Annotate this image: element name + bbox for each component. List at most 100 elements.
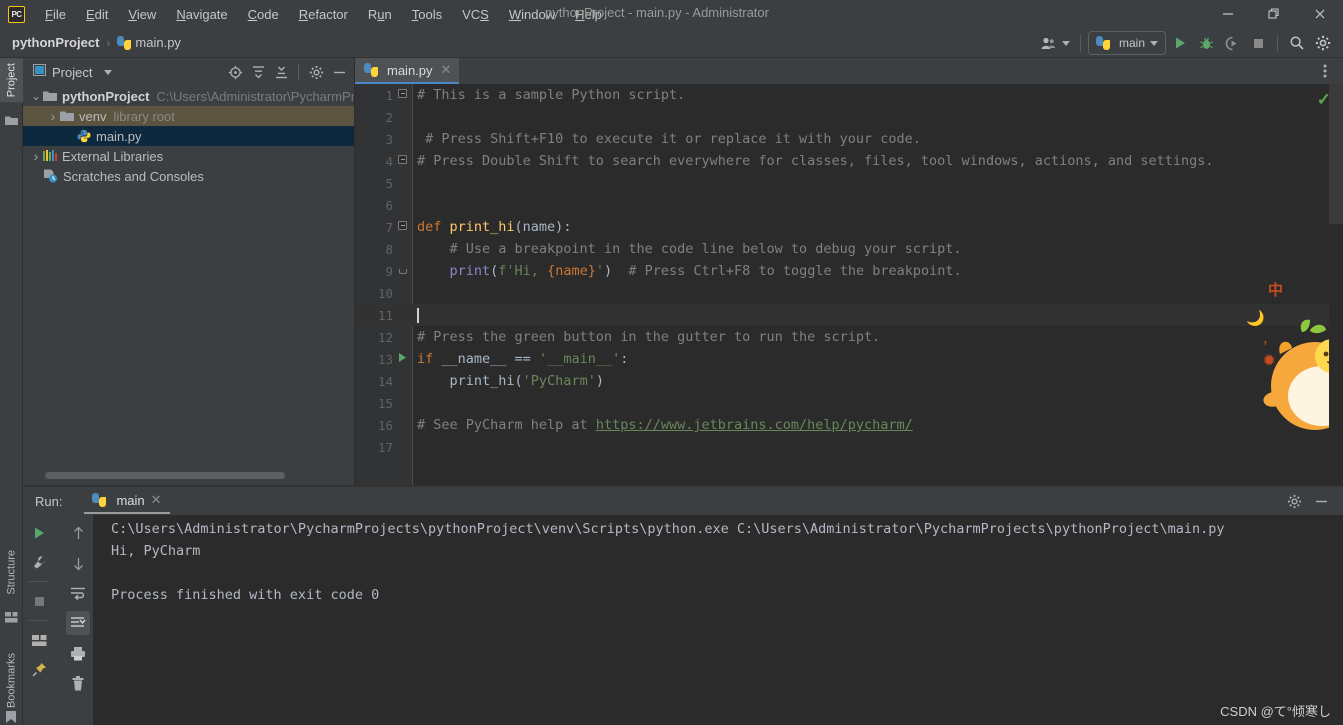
debug-button[interactable]: [1194, 31, 1218, 55]
gutter-run-icon[interactable]: [393, 352, 412, 366]
project-tree[interactable]: ⌄ pythonProject C:\Users\Administrator\Pyc…: [23, 86, 354, 463]
stop-button[interactable]: [27, 589, 51, 613]
code-line-2[interactable]: 2: [355, 106, 1343, 128]
code-line-4[interactable]: 4 # Press Double Shift to search everywhe…: [355, 150, 1343, 172]
tree-expand-arrow-icon[interactable]: ›: [29, 148, 43, 164]
gear-icon[interactable]: [1282, 489, 1306, 513]
console-output[interactable]: C:\Users\Administrator\PycharmProjects\p…: [93, 515, 1343, 725]
breadcrumb-item-file[interactable]: main.py: [117, 35, 181, 50]
hide-panel-icon[interactable]: [328, 61, 350, 83]
close-icon[interactable]: ✕: [441, 62, 452, 78]
token-var: ): [595, 373, 604, 389]
sidebar-tab-project[interactable]: Project: [0, 58, 23, 103]
close-icon[interactable]: ✕: [151, 492, 162, 508]
vertical-dots-icon[interactable]: [1315, 60, 1335, 82]
tree-node-main-py[interactable]: main.py: [23, 126, 354, 146]
inspection-status-icon[interactable]: ✓: [1317, 90, 1331, 110]
minimize-button[interactable]: [1205, 0, 1251, 28]
code-line-1[interactable]: 1 # This is a sample Python script.: [355, 84, 1343, 106]
run-configuration-selector[interactable]: main: [1087, 31, 1166, 55]
close-button[interactable]: [1297, 0, 1343, 28]
code-editor[interactable]: 1 # This is a sample Python script. 2 3 # P…: [355, 84, 1343, 485]
clear-all-icon[interactable]: [66, 671, 90, 695]
select-opened-file-icon[interactable]: [224, 61, 246, 83]
code-line-14[interactable]: 14 print_hi('PyCharm'): [355, 370, 1343, 392]
run-button[interactable]: [1168, 31, 1192, 55]
gutter-fold-end-icon[interactable]: [393, 266, 412, 277]
up-arrow-icon[interactable]: [66, 521, 90, 545]
tree-node-external-libraries[interactable]: › External Libraries: [23, 146, 354, 166]
console-line: Hi, PyCharm: [111, 543, 201, 559]
tree-expand-arrow-icon[interactable]: ⌄: [29, 89, 43, 103]
tree-node-venv[interactable]: › venv library root: [23, 106, 354, 126]
code-text: # Press Shift+F10 to execute it or repla…: [417, 131, 921, 147]
project-panel-chevron-down-icon[interactable]: [104, 69, 113, 75]
gutter-fold-collapse-icon[interactable]: [393, 221, 412, 233]
tree-node-scratches-and-consoles[interactable]: Scratches and Consoles: [23, 166, 354, 186]
token-var: __name__: [441, 351, 515, 367]
editor-scrollbar-thumb[interactable]: [1329, 84, 1343, 224]
user-account-icon[interactable]: [1038, 31, 1073, 55]
code-line-7[interactable]: 7 def print_hi(name):: [355, 216, 1343, 238]
code-text: # See PyCharm help at https://www.jetbra…: [417, 417, 913, 433]
menu-item-navigate[interactable]: Navigate: [166, 3, 237, 26]
token-lnk[interactable]: https://www.jetbrains.com/help/pycharm/: [596, 417, 913, 433]
settings-gear-icon[interactable]: [1311, 31, 1335, 55]
print-icon[interactable]: [66, 641, 90, 665]
menu-item-run[interactable]: Run: [358, 3, 402, 26]
modify-run-configuration-icon[interactable]: [27, 550, 51, 574]
menu-item-edit[interactable]: Edit: [76, 3, 118, 26]
code-line-6[interactable]: 6: [355, 194, 1343, 216]
breadcrumb-item-project[interactable]: pythonProject: [12, 35, 99, 50]
code-line-10[interactable]: 10: [355, 282, 1343, 304]
menu-item-code[interactable]: Code: [238, 3, 289, 26]
stop-button[interactable]: [1246, 31, 1270, 55]
menu-item-tools[interactable]: Tools: [402, 3, 452, 26]
editor-tab-main-py[interactable]: main.py ✕: [355, 58, 460, 84]
down-arrow-icon[interactable]: [66, 551, 90, 575]
project-panel-toolbar: [224, 61, 350, 83]
token-str: '__main__': [538, 351, 621, 367]
restore-layout-icon[interactable]: [27, 628, 51, 652]
collapse-all-icon[interactable]: [270, 61, 292, 83]
code-line-9[interactable]: 9 print(f'Hi, {name}') # Press Ctrl+F8 t…: [355, 260, 1343, 282]
soft-wrap-icon[interactable]: [66, 581, 90, 605]
breadcrumb: pythonProject › main.py: [12, 35, 181, 50]
code-line-3[interactable]: 3 # Press Shift+F10 to execute it or rep…: [355, 128, 1343, 150]
rerun-button[interactable]: [27, 521, 51, 545]
gear-icon[interactable]: [305, 61, 327, 83]
tree-node-pythonproject[interactable]: ⌄ pythonProject C:\Users\Administrator\Pyc…: [23, 86, 354, 106]
maximize-restore-button[interactable]: [1251, 0, 1297, 28]
code-line-8[interactable]: 8 # Use a breakpoint in the code line be…: [355, 238, 1343, 260]
sidebar-tab-structure[interactable]: Structure: [0, 545, 23, 600]
menu-item-view[interactable]: View: [118, 3, 166, 26]
pin-tab-icon[interactable]: [27, 657, 51, 681]
menu-item-file[interactable]: File: [35, 3, 76, 26]
code-line-12[interactable]: 12 # Press the green button in the gutter…: [355, 326, 1343, 348]
sidebar-tab-bookmarks[interactable]: Bookmarks: [0, 648, 23, 713]
run-with-coverage-button[interactable]: [1220, 31, 1244, 55]
line-number: 11: [377, 307, 393, 323]
line-number: 7: [385, 219, 393, 235]
code-line-11[interactable]: 11: [355, 304, 1343, 326]
menu-item-vcs[interactable]: VCS: [452, 3, 499, 26]
editor-area: main.py ✕ 1 # This is a sample Python scr…: [355, 58, 1343, 485]
run-tab-main[interactable]: main ✕: [84, 488, 170, 514]
code-line-5[interactable]: 5: [355, 172, 1343, 194]
code-line-16[interactable]: 16 # See PyCharm help at https://www.jetb…: [355, 414, 1343, 436]
scroll-to-end-icon[interactable]: [66, 611, 90, 635]
menu-item-refactor[interactable]: Refactor: [289, 3, 358, 26]
code-line-17[interactable]: 17: [355, 436, 1343, 458]
gutter-fold-collapse-icon[interactable]: [393, 89, 412, 101]
code-line-13[interactable]: 13 if __name__ == '__main__':: [355, 348, 1343, 370]
tree-node-suffix: C:\Users\Administrator\PycharmPr: [156, 88, 354, 104]
code-text: # This is a sample Python script.: [417, 87, 685, 103]
tree-expand-arrow-icon[interactable]: ›: [46, 108, 60, 124]
code-line-15[interactable]: 15: [355, 392, 1343, 414]
hide-panel-icon[interactable]: [1309, 489, 1333, 513]
project-horizontal-scrollbar[interactable]: [45, 472, 285, 479]
search-icon[interactable]: [1285, 31, 1309, 55]
editor-scrollbar[interactable]: [1329, 84, 1343, 485]
expand-all-icon[interactable]: [247, 61, 269, 83]
gutter-fold-collapse-icon[interactable]: [393, 155, 412, 167]
